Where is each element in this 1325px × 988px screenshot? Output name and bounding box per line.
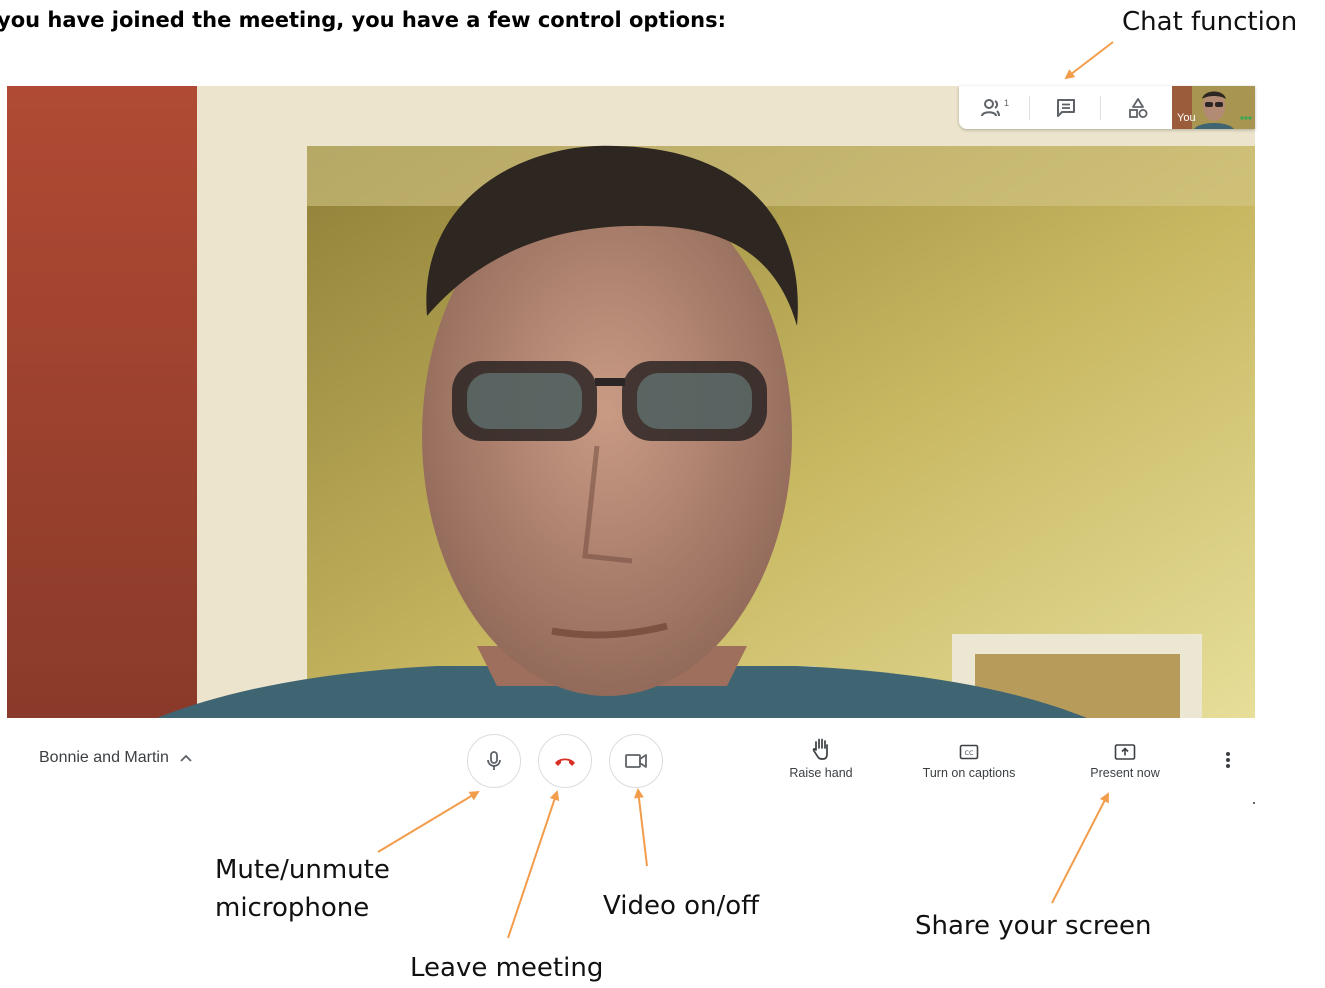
captions-icon: CC xyxy=(959,744,979,760)
more-options-button[interactable] xyxy=(1218,748,1238,772)
chevron-up-icon xyxy=(180,754,192,762)
hang-up-icon xyxy=(555,758,575,766)
video-camera-icon xyxy=(625,754,647,768)
arrow-chat-function xyxy=(1064,41,1114,80)
hand-icon xyxy=(812,738,828,760)
annotation-mute-line2: microphone xyxy=(215,892,370,923)
present-now-button[interactable]: Present now xyxy=(1084,737,1166,780)
svg-text:CC: CC xyxy=(964,749,974,757)
arrow-mute-microphone xyxy=(377,790,480,853)
main-video-feed xyxy=(7,86,1255,718)
people-button[interactable]: 1 xyxy=(972,92,1018,124)
annotation-mute-microphone: Mute/unmute microphone xyxy=(215,852,390,927)
arrow-video-toggle xyxy=(633,788,648,867)
instruction-heading: you have joined the meeting, you have a … xyxy=(0,8,726,32)
meeting-details-button[interactable]: Bonnie and Martin xyxy=(39,749,193,767)
chat-button[interactable] xyxy=(1043,92,1089,124)
divider xyxy=(1029,96,1030,120)
arrow-leave-meeting xyxy=(507,790,560,939)
activities-icon xyxy=(1129,98,1148,118)
present-icon xyxy=(1114,744,1136,760)
annotation-chat-function: Chat function xyxy=(1122,7,1298,37)
raise-hand-label: Raise hand xyxy=(789,766,853,780)
top-right-panel: 1 You xyxy=(959,86,1255,129)
microphone-icon xyxy=(487,751,501,770)
microphone-button[interactable] xyxy=(467,734,521,788)
chat-icon xyxy=(1057,99,1075,117)
camera-button[interactable] xyxy=(609,734,663,788)
video-scene-illustration xyxy=(7,86,1255,718)
captions-button[interactable]: CC Turn on captions xyxy=(914,737,1024,780)
meeting-name: Bonnie and Martin xyxy=(39,749,169,766)
stray-mark xyxy=(1253,802,1255,804)
annotation-share-screen: Share your screen xyxy=(915,911,1152,941)
participants-count: 1 xyxy=(1003,98,1009,108)
present-now-label: Present now xyxy=(1090,766,1160,780)
leave-call-button[interactable] xyxy=(538,734,592,788)
self-view-label: You xyxy=(1177,112,1196,124)
raise-hand-button[interactable]: Raise hand xyxy=(785,737,857,780)
activities-button[interactable] xyxy=(1115,92,1161,124)
divider xyxy=(1100,96,1101,120)
annotation-leave-meeting: Leave meeting xyxy=(410,953,604,983)
more-vert-icon xyxy=(1226,752,1230,768)
arrow-share-screen xyxy=(1051,792,1109,904)
self-view-thumbnail[interactable]: You xyxy=(1172,86,1255,129)
annotation-mute-line1: Mute/unmute xyxy=(215,855,390,885)
annotation-video-toggle: Video on/off xyxy=(603,891,760,921)
captions-label: Turn on captions xyxy=(922,766,1016,780)
